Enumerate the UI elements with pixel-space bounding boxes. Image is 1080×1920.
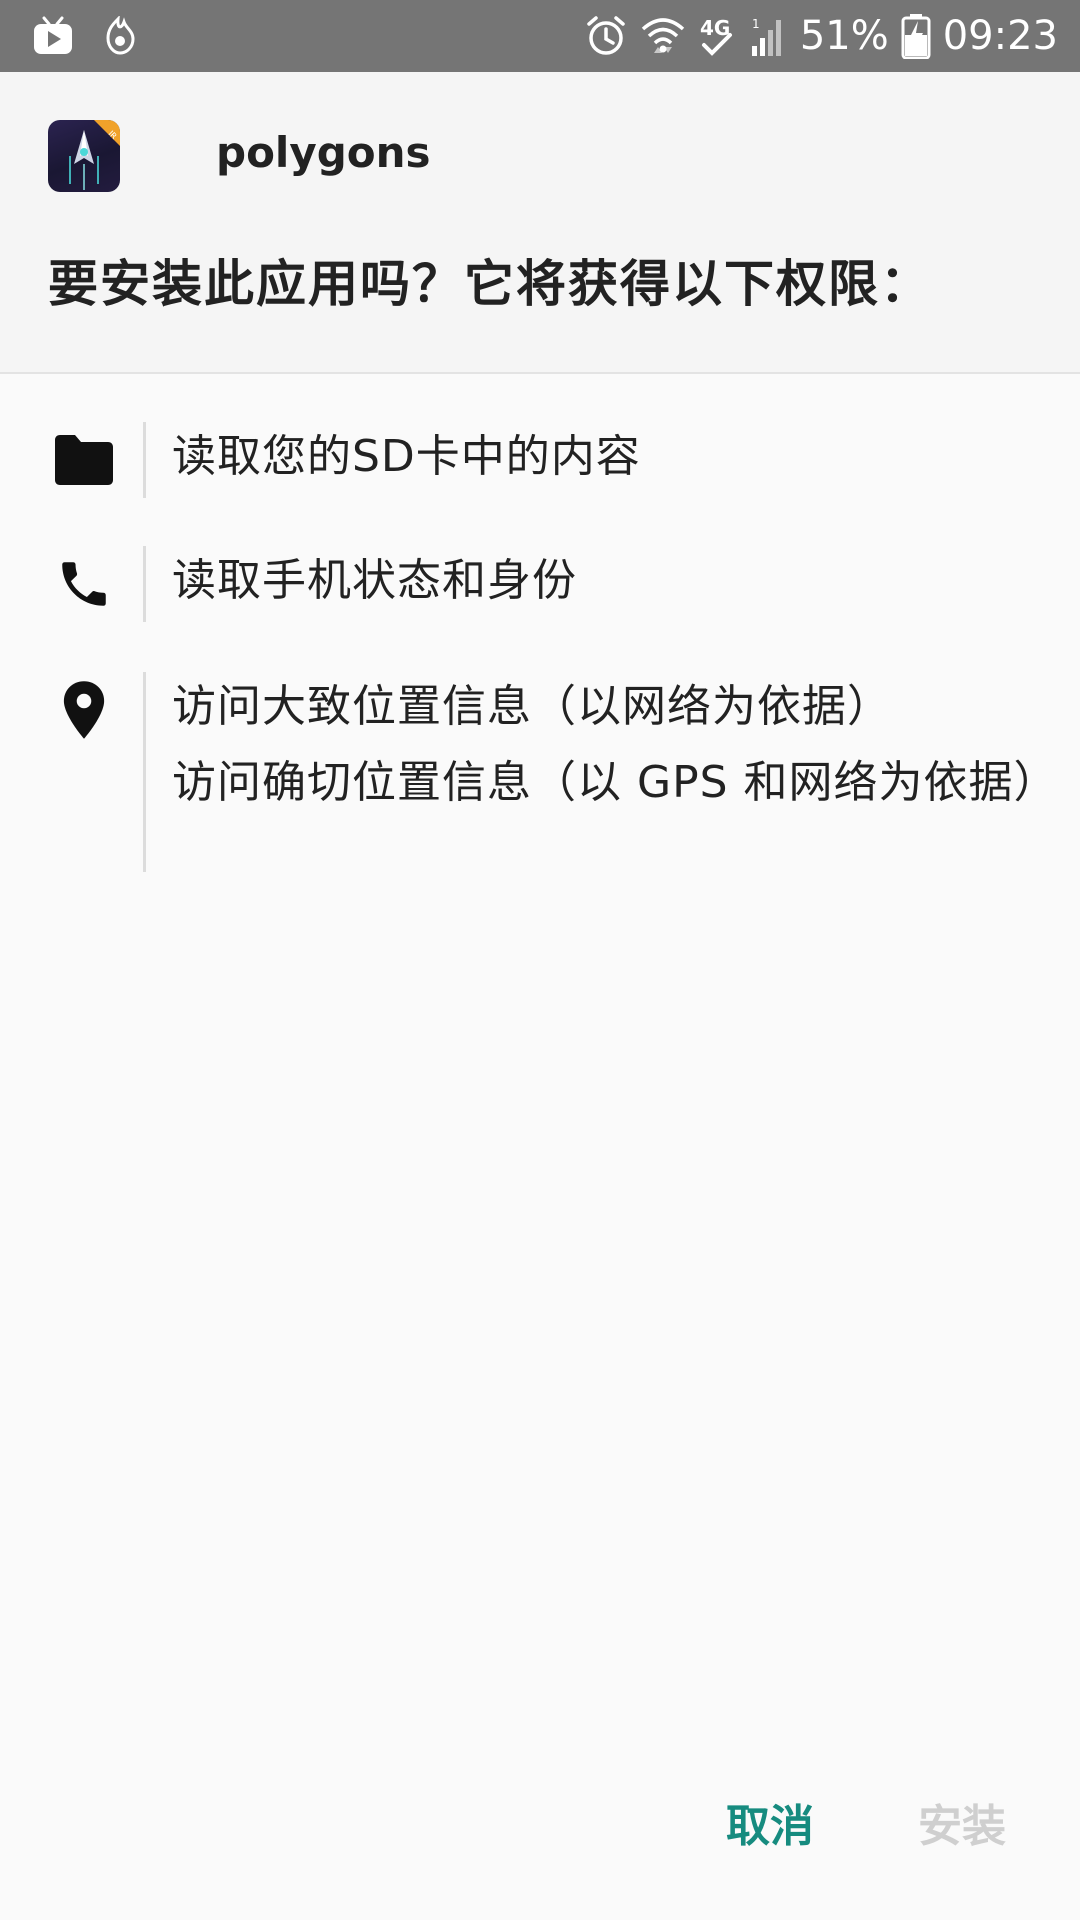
install-question: 要安装此应用吗？它将获得以下权限： [48,255,932,313]
tv-app-icon [32,16,74,56]
notification-app-icon [102,16,138,56]
status-left-icons [32,16,138,56]
install-button[interactable]: 安装 [918,1790,1006,1854]
battery-percent: 51% [799,13,889,59]
status-right-icons: 4G 1 51% 09:23 [584,13,1058,59]
clock-time: 09:23 [942,13,1058,59]
install-header: IR polygons 要安装此应用吗？它将获得以下权限： [0,72,1080,374]
permission-divider [143,546,146,622]
polygons-app-icon: IR [48,120,120,192]
app-name: polygons [216,128,431,177]
permission-text: 访问确切位置信息（以 GPS 和网络为依据） [172,757,1059,808]
cell-signal-icon: 1 [748,14,788,58]
status-bar: 4G 1 51% 09:23 [0,0,1080,72]
folder-icon [48,422,120,498]
permission-text: 读取手机状态和身份 [172,555,577,606]
svg-text:1: 1 [752,17,760,31]
4g-icon: 4G [698,13,736,59]
phone-icon [48,546,120,622]
list-item-phone-permission: 读取手机状态和身份 [0,546,1080,622]
location-pin-icon [48,672,120,748]
permission-divider [143,422,146,498]
permission-text: 访问大致位置信息（以网络为依据） [172,681,892,732]
cancel-button[interactable]: 取消 [726,1790,814,1854]
list-item-storage-permission: 读取您的SD卡中的内容 [0,422,1080,498]
list-item-location-permission: 访问大致位置信息（以网络为依据） 访问确切位置信息（以 GPS 和网络为依据） [0,672,1080,872]
battery-charging-icon [901,13,931,59]
alarm-icon [584,14,628,58]
permission-divider [143,672,146,872]
wifi-icon [640,13,686,59]
permission-text: 读取您的SD卡中的内容 [172,431,641,482]
